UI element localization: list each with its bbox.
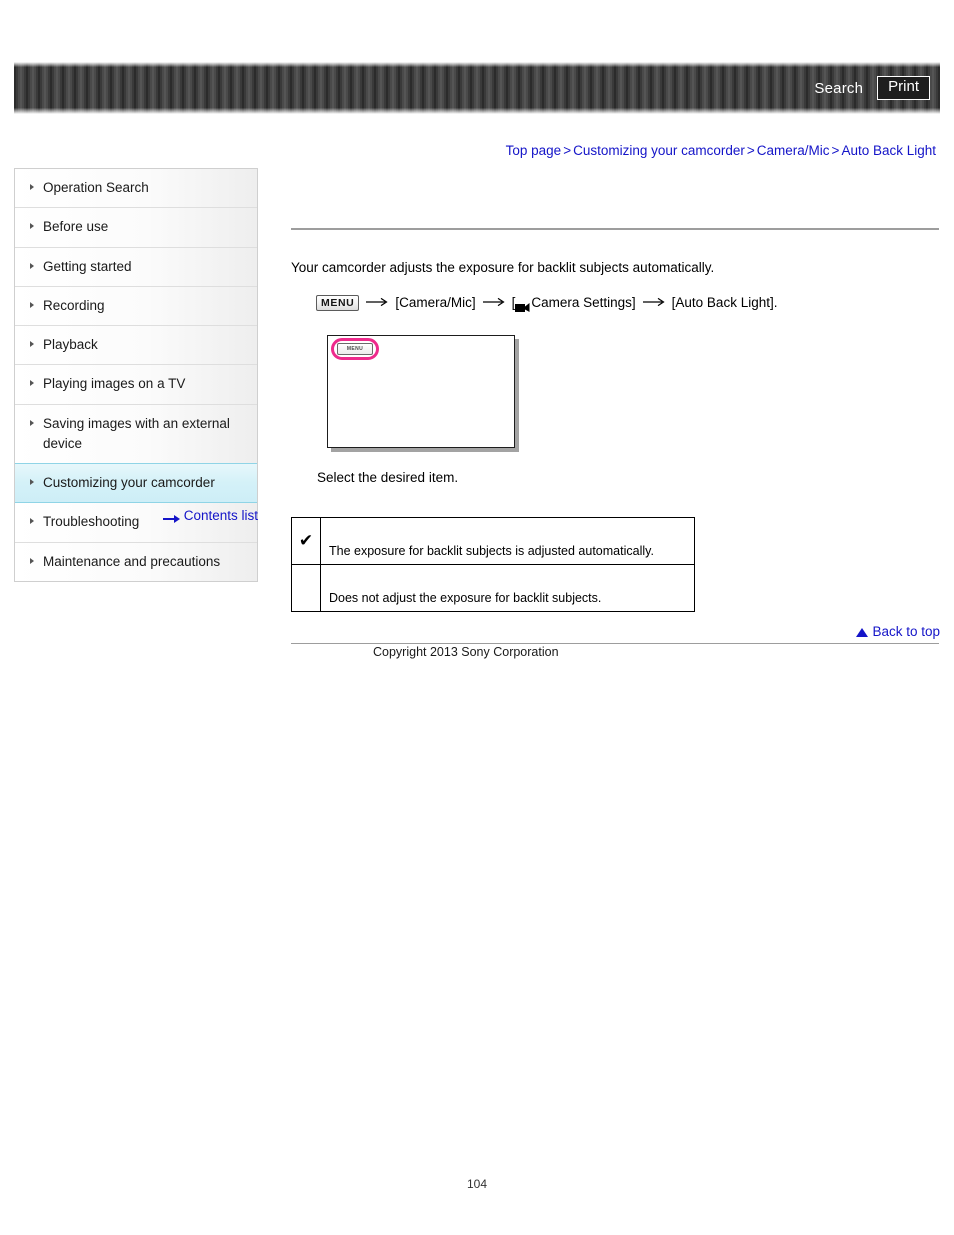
arrow-right-icon bbox=[162, 512, 181, 523]
sidebar-item-label: Playback bbox=[43, 337, 98, 352]
option-description: Does not adjust the exposure for backlit… bbox=[320, 564, 695, 613]
sidebar-item-label: Maintenance and precautions bbox=[43, 553, 221, 569]
breadcrumb-item-top-page[interactable]: Top page bbox=[506, 143, 562, 158]
sidebar-item-saving-images-with-an-external-device[interactable]: Saving images with an external device bbox=[15, 405, 257, 464]
chevron-right-icon bbox=[30, 301, 34, 308]
triangle-up-icon bbox=[856, 628, 869, 637]
select-item-text: Select the desired item. bbox=[317, 470, 459, 486]
sidebar-item-maintenance-and-precautions[interactable]: Maintenance and precautions bbox=[15, 543, 257, 582]
arrow-right-icon bbox=[482, 292, 505, 314]
sidebar-item-label: Customizing your camcorder bbox=[43, 475, 215, 490]
breadcrumb-separator: > bbox=[563, 143, 572, 158]
chevron-right-icon bbox=[30, 184, 34, 190]
arrow-right-icon bbox=[642, 292, 665, 314]
chevron-right-icon bbox=[30, 262, 34, 269]
menu-path: MENU [Camera/Mic] [ Camera Settings] [Au… bbox=[316, 292, 939, 314]
sidebar-item-label: Recording bbox=[43, 297, 105, 313]
menu-path-step2-label: Camera Settings] bbox=[531, 294, 636, 310]
sidebar-item-label: Saving images with an external device bbox=[43, 415, 230, 451]
copyright-text: Copyright 2013 Sony Corporation bbox=[373, 645, 559, 659]
intro-text: Your camcorder adjusts the exposure for … bbox=[291, 260, 715, 275]
chevron-right-icon bbox=[30, 223, 34, 230]
sidebar-item-customizing-your-camcorder[interactable]: Customizing your camcorder bbox=[15, 463, 257, 504]
sidebar-item-label: Getting started bbox=[43, 258, 132, 274]
sidebar-item-label: Playing images on a TV bbox=[43, 376, 186, 392]
footer-divider bbox=[291, 643, 939, 644]
arrow-right-icon bbox=[366, 292, 388, 314]
options-table: ✔ The exposure for backlit subjects is a… bbox=[291, 517, 695, 613]
back-to-top-link[interactable]: Back to top bbox=[856, 624, 940, 639]
breadcrumb-item-customizing-your-camcorder[interactable]: Customizing your camcorder bbox=[573, 143, 745, 158]
check-cell bbox=[291, 564, 321, 613]
chevron-right-icon bbox=[30, 479, 34, 485]
search-link[interactable]: Search bbox=[814, 80, 863, 97]
sidebar-item-getting-started[interactable]: Getting started bbox=[15, 248, 257, 287]
sidebar-item-operation-search[interactable]: Operation Search bbox=[15, 169, 257, 209]
header-actions: Search Print bbox=[814, 62, 930, 114]
chevron-right-icon bbox=[30, 380, 34, 387]
menu-path-step1: [Camera/Mic] bbox=[395, 294, 476, 310]
table-row: Does not adjust the exposure for backlit… bbox=[291, 564, 695, 613]
breadcrumb-separator: > bbox=[831, 143, 840, 158]
main-content: Your camcorder adjusts the exposure for … bbox=[291, 168, 939, 613]
check-cell: ✔ bbox=[291, 517, 321, 566]
contents-list-row: Contents list bbox=[14, 508, 258, 526]
print-button[interactable]: Print bbox=[877, 76, 930, 100]
sidebar-item-playing-images-on-a-tv[interactable]: Playing images on a TV bbox=[15, 365, 257, 405]
sidebar-item-label: Operation Search bbox=[43, 180, 149, 195]
sidebar-item-before-use[interactable]: Before use bbox=[15, 208, 257, 248]
back-to-top-label: Back to top bbox=[872, 624, 940, 639]
breadcrumb-item-camera-mic[interactable]: Camera/Mic bbox=[757, 143, 830, 158]
sidebar-item-recording[interactable]: Recording bbox=[15, 287, 257, 326]
back-to-top: Back to top bbox=[856, 624, 940, 639]
content-divider bbox=[291, 228, 939, 230]
contents-list-label: Contents list bbox=[183, 508, 258, 523]
sidebar-item-label: Before use bbox=[43, 219, 109, 235]
chevron-right-icon bbox=[30, 419, 34, 426]
screen-illustration: MENU bbox=[327, 335, 515, 449]
table-row: ✔ The exposure for backlit subjects is a… bbox=[291, 517, 695, 566]
menu-path-step3: [Auto Back Light]. bbox=[671, 294, 778, 310]
option-description: The exposure for backlit subjects is adj… bbox=[320, 517, 695, 566]
sidebar-item-playback[interactable]: Playback bbox=[15, 326, 257, 366]
breadcrumb-separator: > bbox=[746, 143, 755, 158]
breadcrumb-item-auto-back-light[interactable]: Auto Back Light bbox=[841, 143, 936, 158]
menu-chip: MENU bbox=[316, 294, 360, 311]
breadcrumb: Top page > Customizing your camcorder > Came… bbox=[506, 143, 936, 158]
page-number: 104 bbox=[466, 1177, 488, 1191]
header-banner: Search Print bbox=[14, 62, 940, 114]
contents-list-link[interactable]: Contents list bbox=[162, 508, 258, 523]
illustration-menu-button[interactable]: MENU bbox=[337, 343, 373, 356]
chevron-right-icon bbox=[30, 341, 34, 347]
camera-settings-icon bbox=[515, 298, 530, 313]
chevron-right-icon bbox=[30, 557, 34, 564]
